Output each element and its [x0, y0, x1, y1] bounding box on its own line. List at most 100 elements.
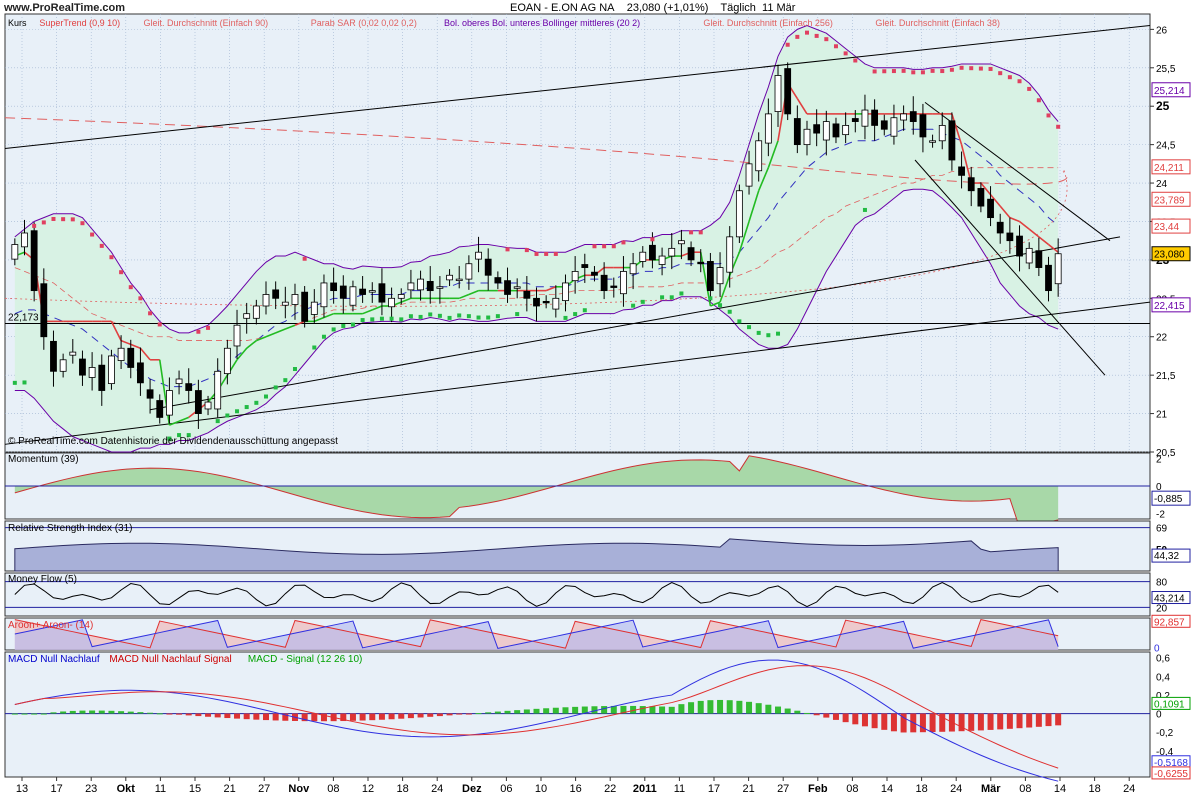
sar-dot — [138, 296, 143, 301]
x-axis-label: 11 — [674, 783, 685, 795]
sar-dot — [341, 323, 346, 328]
sar-dot — [196, 329, 201, 334]
sar-dot — [920, 70, 925, 75]
site-link[interactable]: www.ProRealTime.com — [4, 2, 125, 14]
sar-dot — [814, 33, 819, 38]
candle-body — [339, 285, 347, 299]
sar-dot — [911, 70, 916, 75]
candle-body — [842, 125, 850, 136]
macd-hist-bar — [224, 713, 231, 719]
candle-body — [591, 271, 598, 276]
sar-dot — [244, 405, 249, 410]
candle-body — [832, 123, 840, 138]
macd-hist-bar — [987, 713, 994, 730]
macd-hist-bar — [823, 713, 830, 718]
macd-hist-bar — [398, 713, 405, 719]
sar-dot — [264, 394, 269, 399]
candle-body — [668, 247, 676, 257]
sar-dot — [727, 309, 732, 314]
candle-body — [455, 278, 463, 282]
x-axis-label: Okt — [117, 783, 136, 795]
sar-dot — [389, 316, 394, 321]
sar-dot — [476, 315, 481, 320]
macd-hist-bar — [803, 712, 810, 714]
sar-dot — [882, 69, 887, 74]
x-axis-label: 15 — [189, 783, 201, 795]
macd-title-part: MACD - Signal (12 26 10) — [248, 654, 363, 665]
sar-dot — [602, 244, 607, 249]
legend-entry: Gleit. Durchschnitt (Einfach 90) — [144, 18, 269, 28]
sar-dot — [119, 270, 124, 275]
sar-dot — [611, 244, 616, 249]
candle-body — [504, 280, 511, 295]
candle-body — [900, 113, 908, 121]
candle-body — [958, 166, 965, 176]
sar-dot — [515, 312, 520, 317]
x-axis-label: 18 — [1088, 783, 1100, 795]
price-badge-label: 24,211 — [1154, 163, 1184, 174]
x-axis-label: 24 — [950, 783, 962, 795]
candle-body — [803, 128, 811, 146]
candle-body — [571, 271, 579, 282]
price-tick-label: 25 — [1156, 99, 1170, 113]
macd-hist-bar — [195, 713, 202, 717]
candle-body — [165, 390, 173, 416]
sar-dot — [70, 217, 75, 222]
candle-body — [706, 261, 714, 292]
x-axis-label: 08 — [1019, 783, 1031, 795]
candle-body — [755, 140, 763, 172]
sar-dot — [273, 385, 278, 390]
support-level-label: 22,173 — [8, 312, 39, 323]
candle-body — [475, 251, 482, 260]
macd-hist-bar — [765, 704, 772, 714]
macd-hist-bar — [118, 711, 125, 714]
sar-dot — [254, 400, 259, 405]
mfi-title: Money Flow (5) — [8, 574, 77, 585]
macd-hist-bar — [494, 711, 501, 714]
candle-body — [861, 109, 869, 127]
candle-body — [137, 362, 144, 384]
sar-dot — [505, 247, 510, 252]
candle-body — [793, 118, 801, 146]
aroon-value-label: 92,857 — [1154, 617, 1185, 628]
candle-body — [426, 281, 434, 292]
mfi-panel-bg — [4, 572, 1151, 617]
x-axis-label: 11 — [155, 783, 166, 795]
x-axis-label: 17 — [708, 783, 720, 795]
x-axis-label: 08 — [846, 783, 858, 795]
price-badge-label: 22,415 — [1154, 301, 1185, 312]
macd-hist-bar — [446, 713, 453, 716]
macd-hist-bar — [523, 709, 530, 714]
sar-dot — [708, 296, 713, 301]
macd-hist-bar — [407, 713, 414, 719]
candle-body — [79, 358, 86, 376]
candle-body — [98, 364, 106, 391]
sar-dot — [370, 317, 375, 322]
x-axis-label: 12 — [362, 783, 374, 795]
candle-body — [1045, 264, 1052, 292]
sar-dot — [447, 315, 452, 320]
candle-body — [533, 297, 540, 307]
x-axis-label: 18 — [396, 783, 408, 795]
x-axis-label: 24 — [431, 783, 443, 795]
macd-hist-bar — [272, 713, 279, 721]
sar-dot — [795, 34, 800, 39]
macd-hist-bar — [369, 713, 376, 721]
mfi-tick: 20 — [1156, 603, 1168, 614]
macd-hist-bar — [533, 708, 540, 714]
period-label: Täglich — [720, 2, 756, 14]
candle-body — [851, 118, 859, 122]
candle-body — [581, 264, 589, 268]
legend-entry: Bol. oberes Bol. unteres Bollinger mittl… — [444, 18, 640, 28]
sar-dot — [660, 295, 665, 300]
macd-hist-bar — [842, 713, 849, 723]
sar-dot — [128, 285, 133, 290]
sar-dot — [553, 251, 558, 256]
macd-hist-bar — [1016, 713, 1023, 729]
footer-note: © ProRealTime.com Datenhistorie der Divi… — [8, 436, 338, 447]
sar-dot — [689, 230, 694, 235]
price-badge-label: 23,080 — [1154, 250, 1185, 261]
macd-hist-bar — [127, 711, 134, 714]
candle-body — [262, 294, 270, 307]
price-tick-label: 24 — [1156, 179, 1168, 190]
